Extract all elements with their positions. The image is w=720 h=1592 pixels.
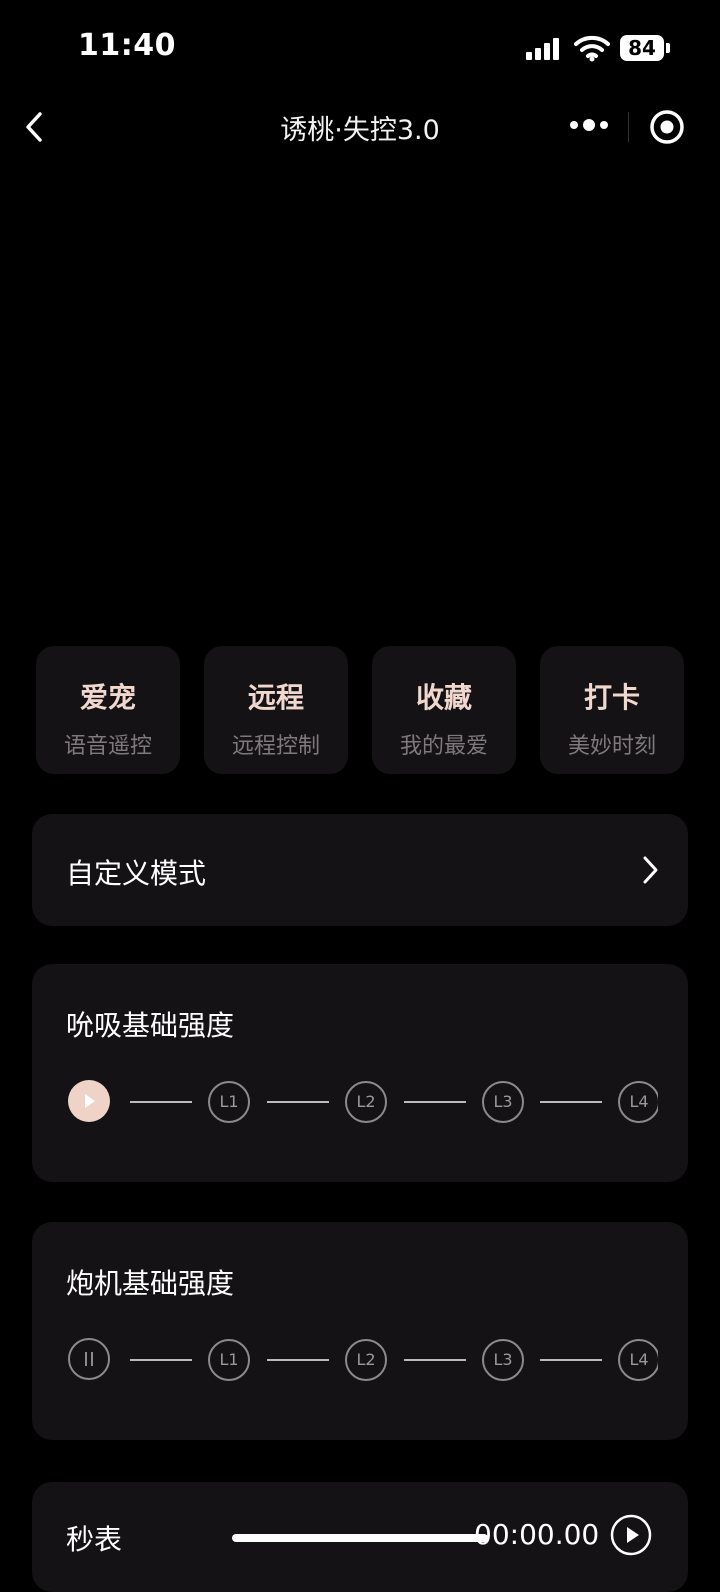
custom-mode-row[interactable]: 自定义模式 (32, 814, 688, 926)
quick-action-pet[interactable]: 爱宠 语音遥控 (36, 646, 180, 774)
level-l4-button[interactable]: L4 (618, 1081, 658, 1123)
wifi-icon (574, 35, 610, 62)
stopwatch-progress-bar (232, 1534, 488, 1542)
close-miniprogram-icon[interactable] (648, 108, 686, 146)
level-l3-button[interactable]: L3 (482, 1081, 524, 1123)
page-title: 诱桃·失控3.0 (280, 115, 440, 146)
status-bar: 11:40 84 (0, 0, 720, 96)
stopwatch-card: 秒表 00:00.00 (32, 1482, 688, 1592)
suck-strength-title: 吮吸基础强度 (66, 1009, 235, 1042)
quick-actions: 爱宠 语音遥控 远程 远程控制 收藏 我的最爱 打卡 美妙时刻 (36, 646, 686, 774)
quick-action-checkin[interactable]: 打卡 美妙时刻 (540, 646, 684, 774)
quick-action-subtitle: 我的最爱 (399, 734, 488, 759)
quick-action-subtitle: 远程控制 (231, 734, 320, 759)
quick-action-title: 爱宠 (79, 681, 136, 714)
level-l3-button[interactable]: L3 (482, 1339, 524, 1381)
stopwatch-label: 秒表 (66, 1523, 123, 1556)
battery-indicator: 84 (620, 35, 664, 61)
level-connector (130, 1359, 192, 1361)
level-connector (540, 1359, 602, 1361)
level-connector (267, 1101, 329, 1103)
nav-bar: 诱桃·失控3.0 (0, 96, 720, 160)
quick-action-title: 打卡 (583, 681, 640, 714)
play-button[interactable] (68, 1080, 110, 1122)
thrust-strength-title: 炮机基础强度 (66, 1267, 235, 1300)
suck-strength-card: 吮吸基础强度 L1 L2 L3 L4 (32, 964, 688, 1182)
capsule-divider (628, 112, 629, 142)
level-l2-button[interactable]: L2 (345, 1081, 387, 1123)
level-connector (130, 1101, 192, 1103)
level-l1-button[interactable]: L1 (208, 1339, 250, 1381)
stopwatch-play-icon[interactable] (610, 1514, 652, 1556)
thrust-strength-card: 炮机基础强度 L1 L2 L3 L4 (32, 1222, 688, 1440)
custom-mode-label: 自定义模式 (66, 857, 207, 890)
quick-action-subtitle: 语音遥控 (63, 734, 152, 759)
level-connector (404, 1101, 466, 1103)
level-l4-button[interactable]: L4 (618, 1339, 658, 1381)
stopwatch-time: 00:00.00 (474, 1518, 600, 1551)
quick-action-favorites[interactable]: 收藏 我的最爱 (372, 646, 516, 774)
level-l1-button[interactable]: L1 (208, 1081, 250, 1123)
quick-action-subtitle: 美妙时刻 (567, 734, 656, 759)
battery-tip (666, 43, 670, 53)
back-chevron-icon[interactable] (18, 104, 58, 150)
chevron-right-icon (643, 856, 658, 884)
status-time: 11:40 (78, 28, 176, 63)
cellular-signal-icon (526, 38, 562, 60)
level-l2-button[interactable]: L2 (345, 1339, 387, 1381)
quick-action-title: 远程 (247, 681, 304, 714)
level-connector (404, 1359, 466, 1361)
pause-button[interactable] (68, 1338, 110, 1380)
quick-action-remote[interactable]: 远程 远程控制 (204, 646, 348, 774)
play-icon (85, 1094, 95, 1108)
level-connector (540, 1101, 602, 1103)
thrust-level-selector: L1 L2 L3 L4 (68, 1338, 658, 1382)
quick-action-title: 收藏 (415, 681, 472, 714)
level-connector (267, 1359, 329, 1361)
more-options-icon[interactable] (566, 108, 612, 142)
suck-level-selector: L1 L2 L3 L4 (68, 1080, 658, 1124)
pause-icon (85, 1352, 93, 1366)
